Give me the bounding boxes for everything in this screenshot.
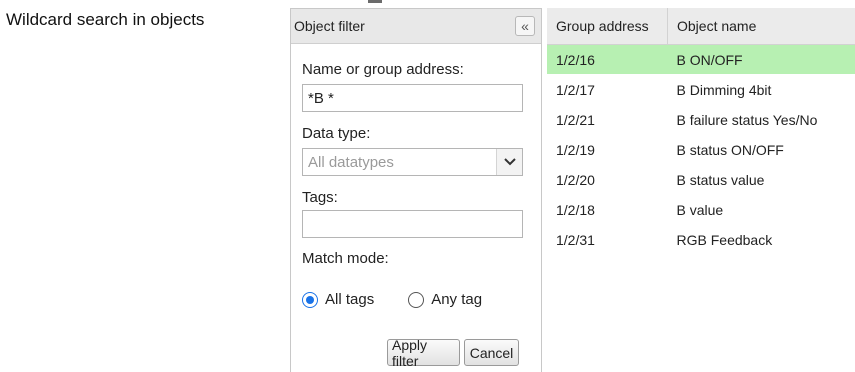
radio-all-tags-label: All tags [325, 291, 375, 308]
table-row[interactable]: 1/2/17 B Dimming 4bit [547, 74, 855, 105]
radio-any-tag[interactable] [408, 291, 425, 308]
datatype-field-label: Data type: [302, 125, 371, 142]
object-filter-panel: Object filter « Name or group address: D… [290, 8, 542, 372]
collapse-button[interactable]: « [515, 16, 535, 36]
table-row[interactable]: 1/2/31 RGB Feedback [547, 224, 855, 255]
object-name-cell: B status value [667, 164, 855, 195]
object-name-cell: B status ON/OFF [667, 134, 855, 165]
name-address-input[interactable] [302, 84, 523, 112]
tags-field-label: Tags: [302, 189, 338, 206]
top-accent-bar [368, 0, 382, 3]
table-row[interactable]: 1/2/16 B ON/OFF [547, 44, 855, 75]
table-row[interactable]: 1/2/21 B failure status Yes/No [547, 104, 855, 135]
radio-all-tags[interactable] [302, 291, 318, 308]
object-name-cell: B ON/OFF [667, 44, 855, 75]
name-field-label: Name or group address: [302, 61, 464, 78]
match-mode-radios: All tags Any tag [302, 291, 482, 308]
match-mode-label: Match mode: [302, 250, 389, 267]
column-header-object-name[interactable]: Object name [667, 8, 855, 45]
object-name-cell: B value [667, 194, 855, 225]
datatype-select-value: All datatypes [308, 153, 394, 171]
filter-panel-title: Object filter [294, 18, 365, 34]
column-header-group-address[interactable]: Group address [547, 8, 668, 45]
double-chevron-left-icon: « [521, 18, 529, 34]
group-address-cell: 1/2/18 [547, 194, 668, 225]
group-address-cell: 1/2/16 [547, 44, 668, 75]
table-row[interactable]: 1/2/18 B value [547, 194, 855, 225]
group-address-cell: 1/2/17 [547, 74, 668, 105]
tags-input[interactable] [302, 210, 523, 238]
object-name-cell: RGB Feedback [667, 224, 855, 255]
table-row[interactable]: 1/2/20 B status value [547, 164, 855, 195]
table-row[interactable]: 1/2/19 B status ON/OFF [547, 134, 855, 165]
filter-panel-header: Object filter « [291, 9, 541, 44]
chevron-down-icon[interactable] [496, 149, 522, 175]
page-caption: Wildcard search in objects [6, 10, 205, 29]
apply-filter-button[interactable]: Apply filter [387, 337, 460, 369]
radio-any-tag-label: Any tag [431, 291, 483, 308]
group-address-cell: 1/2/20 [547, 164, 668, 195]
group-address-cell: 1/2/31 [547, 224, 668, 255]
group-address-cell: 1/2/19 [547, 134, 668, 165]
object-name-cell: B Dimming 4bit [667, 74, 855, 105]
object-name-cell: B failure status Yes/No [667, 104, 855, 135]
table-header-row: Group address Object name [547, 8, 855, 45]
objects-table: Group address Object name 1/2/16 B ON/OF… [547, 8, 855, 255]
datatype-select[interactable]: All datatypes [302, 148, 523, 176]
cancel-button[interactable]: Cancel [464, 339, 519, 366]
group-address-cell: 1/2/21 [547, 104, 668, 135]
